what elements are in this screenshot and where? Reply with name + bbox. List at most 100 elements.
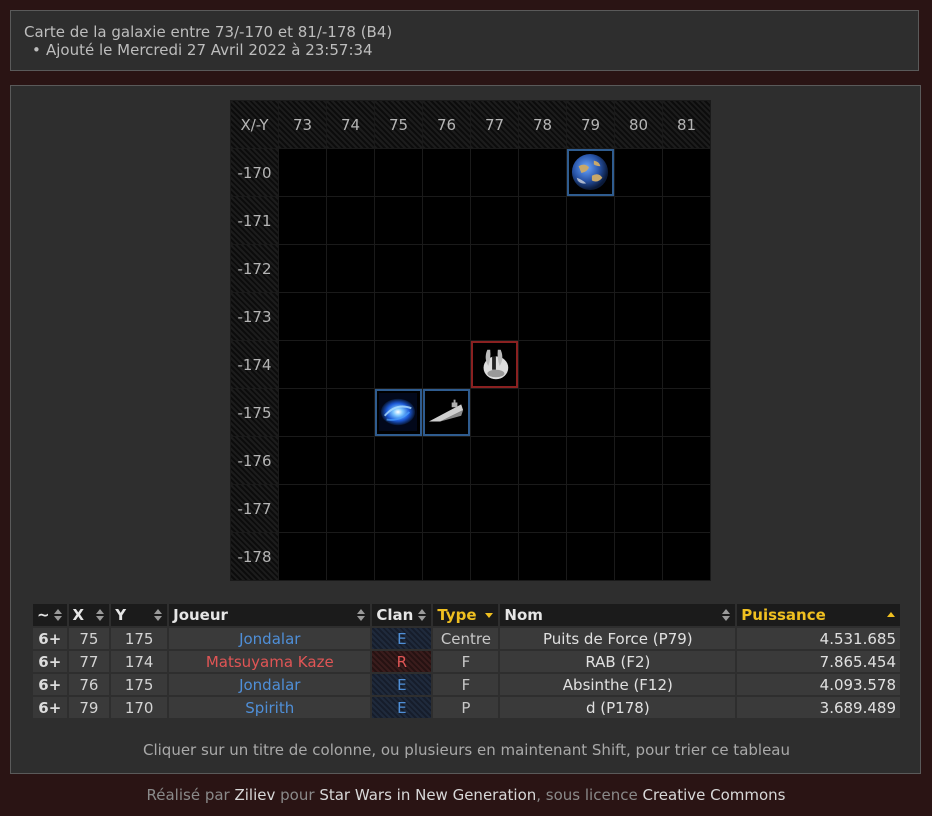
map-cell[interactable] xyxy=(615,293,662,340)
map-cell[interactable] xyxy=(615,149,662,196)
map-cell[interactable] xyxy=(375,389,422,436)
map-cell[interactable] xyxy=(327,341,374,388)
map-cell[interactable] xyxy=(327,533,374,580)
map-cell[interactable] xyxy=(471,533,518,580)
map-cell[interactable] xyxy=(375,149,422,196)
map-cell[interactable] xyxy=(279,389,326,436)
map-cell[interactable] xyxy=(663,389,710,436)
map-cell[interactable] xyxy=(567,293,614,340)
map-cell[interactable] xyxy=(279,437,326,484)
col-clan[interactable]: Clan xyxy=(372,604,432,626)
map-cell[interactable] xyxy=(471,245,518,292)
map-cell[interactable] xyxy=(375,245,422,292)
map-cell[interactable] xyxy=(327,293,374,340)
player-cell[interactable]: Matsuyama Kaze xyxy=(169,651,371,672)
map-cell[interactable] xyxy=(567,389,614,436)
map-cell[interactable] xyxy=(279,149,326,196)
map-cell[interactable] xyxy=(375,341,422,388)
map-cell[interactable] xyxy=(663,533,710,580)
map-cell[interactable] xyxy=(279,197,326,244)
map-cell[interactable] xyxy=(471,197,518,244)
map-cell[interactable] xyxy=(615,341,662,388)
license-link[interactable]: Creative Commons xyxy=(642,786,785,804)
map-cell[interactable] xyxy=(423,245,470,292)
map-cell[interactable] xyxy=(423,533,470,580)
col-name[interactable]: Nom xyxy=(500,604,736,626)
map-cell[interactable] xyxy=(519,389,566,436)
site-link[interactable]: Star Wars in New Generation xyxy=(319,786,536,804)
map-cell[interactable] xyxy=(663,245,710,292)
map-cell[interactable] xyxy=(567,341,614,388)
clan-cell[interactable]: R xyxy=(372,651,432,672)
col-rank[interactable]: ~ xyxy=(33,604,67,626)
map-cell[interactable] xyxy=(519,293,566,340)
player-cell[interactable]: Spirith xyxy=(169,697,371,718)
map-cell[interactable] xyxy=(663,149,710,196)
map-cell[interactable] xyxy=(519,341,566,388)
map-cell[interactable] xyxy=(423,389,470,436)
map-cell[interactable] xyxy=(375,197,422,244)
map-cell[interactable] xyxy=(327,149,374,196)
map-cell[interactable] xyxy=(567,533,614,580)
map-cell[interactable] xyxy=(567,245,614,292)
map-cell[interactable] xyxy=(279,293,326,340)
map-cell[interactable] xyxy=(471,341,518,388)
player-cell[interactable]: Jondalar xyxy=(169,628,371,649)
col-type[interactable]: Type xyxy=(433,604,499,626)
map-cell[interactable] xyxy=(375,437,422,484)
map-cell[interactable] xyxy=(423,149,470,196)
map-cell[interactable] xyxy=(471,389,518,436)
map-cell[interactable] xyxy=(279,533,326,580)
map-cell[interactable] xyxy=(375,293,422,340)
map-cell[interactable] xyxy=(567,149,614,196)
map-cell[interactable] xyxy=(423,197,470,244)
map-cell[interactable] xyxy=(423,341,470,388)
map-cell[interactable] xyxy=(663,197,710,244)
map-cell[interactable] xyxy=(567,437,614,484)
map-cell[interactable] xyxy=(519,485,566,532)
clan-cell[interactable]: E xyxy=(372,697,432,718)
map-cell[interactable] xyxy=(615,389,662,436)
col-x[interactable]: X xyxy=(68,604,110,626)
map-cell[interactable] xyxy=(519,197,566,244)
map-cell[interactable] xyxy=(615,437,662,484)
map-cell[interactable] xyxy=(279,485,326,532)
map-cell[interactable] xyxy=(423,293,470,340)
map-cell[interactable] xyxy=(375,533,422,580)
player-cell[interactable]: Jondalar xyxy=(169,674,371,695)
author-link[interactable]: Ziliev xyxy=(234,786,275,804)
clan-cell[interactable]: E xyxy=(372,674,432,695)
map-cell[interactable] xyxy=(327,437,374,484)
map-cell[interactable] xyxy=(567,485,614,532)
map-cell[interactable] xyxy=(519,437,566,484)
map-cell[interactable] xyxy=(663,293,710,340)
map-cell[interactable] xyxy=(615,533,662,580)
map-cell[interactable] xyxy=(615,245,662,292)
map-cell[interactable] xyxy=(375,485,422,532)
map-cell[interactable] xyxy=(567,197,614,244)
map-cell[interactable] xyxy=(471,437,518,484)
map-cell[interactable] xyxy=(327,197,374,244)
map-cell[interactable] xyxy=(471,293,518,340)
map-cell[interactable] xyxy=(663,437,710,484)
map-cell[interactable] xyxy=(615,485,662,532)
map-cell[interactable] xyxy=(615,197,662,244)
map-cell[interactable] xyxy=(423,485,470,532)
clan-cell[interactable]: E xyxy=(372,628,432,649)
map-cell[interactable] xyxy=(519,149,566,196)
map-cell[interactable] xyxy=(519,533,566,580)
col-player[interactable]: Joueur xyxy=(169,604,371,626)
map-cell[interactable] xyxy=(327,485,374,532)
map-cell[interactable] xyxy=(471,149,518,196)
col-y[interactable]: Y xyxy=(111,604,168,626)
col-power[interactable]: Puissance xyxy=(737,604,900,626)
map-cell[interactable] xyxy=(663,485,710,532)
map-cell[interactable] xyxy=(279,245,326,292)
map-cell[interactable] xyxy=(519,245,566,292)
map-cell[interactable] xyxy=(471,485,518,532)
map-cell[interactable] xyxy=(423,437,470,484)
map-cell[interactable] xyxy=(663,341,710,388)
map-cell[interactable] xyxy=(279,341,326,388)
map-cell[interactable] xyxy=(327,245,374,292)
map-cell[interactable] xyxy=(327,389,374,436)
